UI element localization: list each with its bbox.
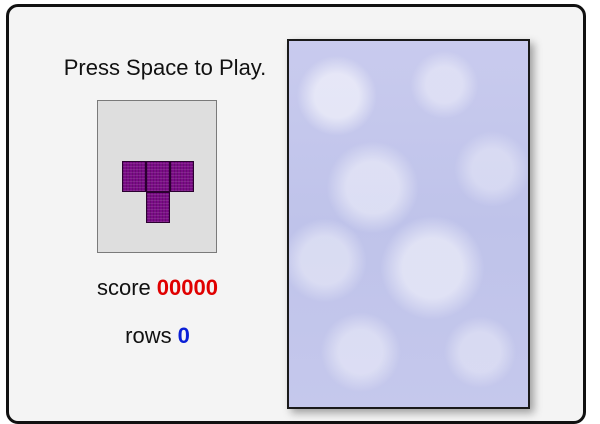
- next-piece-cell: [122, 161, 146, 192]
- next-piece-cell: [146, 192, 170, 223]
- score-display: score 00000: [40, 275, 275, 301]
- rows-value: 0: [177, 323, 190, 348]
- next-piece-preview: [97, 100, 217, 253]
- rows-display: rows 0: [40, 323, 275, 349]
- score-label: score: [97, 275, 151, 300]
- score-value: 00000: [156, 275, 218, 300]
- next-piece-cell: [146, 161, 170, 192]
- next-piece-cell: [170, 161, 194, 192]
- start-prompt: Press Space to Play.: [63, 55, 267, 80]
- game-board[interactable]: [287, 39, 530, 409]
- rows-label: rows: [125, 323, 172, 348]
